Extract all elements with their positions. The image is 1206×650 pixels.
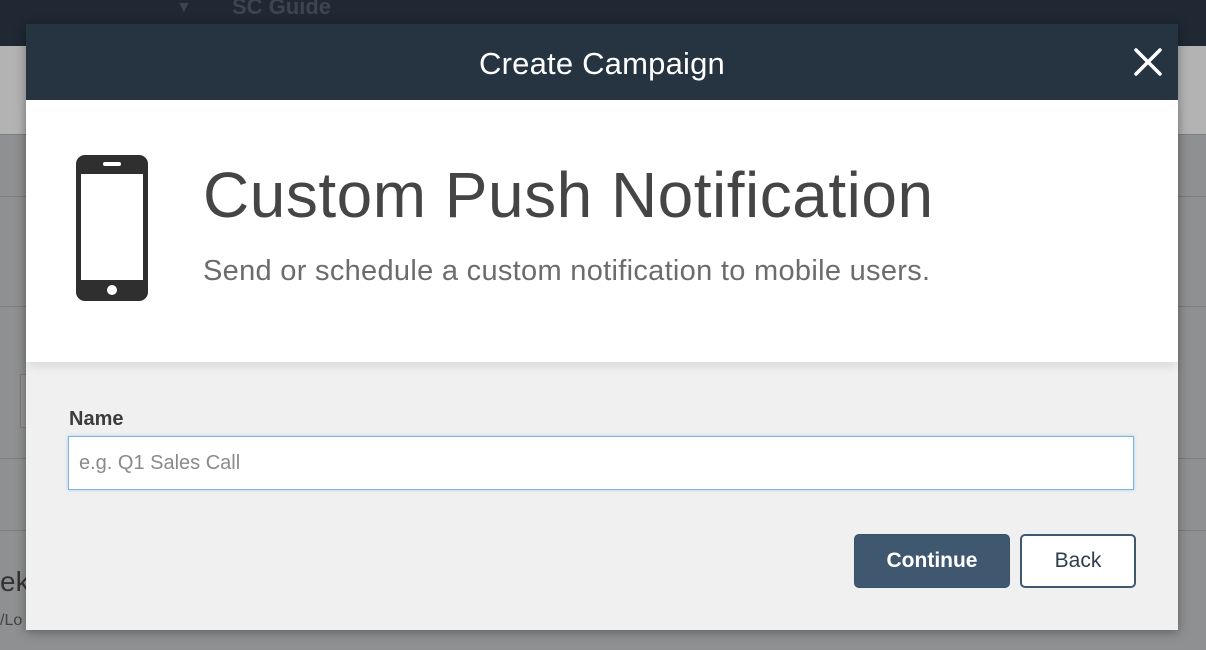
campaign-type-description: Send or schedule a custom notification t… xyxy=(203,255,931,287)
close-button[interactable] xyxy=(1128,42,1168,82)
close-icon xyxy=(1134,48,1162,76)
background-partial-text: ek xyxy=(0,566,26,597)
smartphone-icon xyxy=(76,155,148,301)
back-button[interactable]: Back xyxy=(1020,534,1136,588)
create-campaign-modal: Create Campaign Custom Push Notification… xyxy=(26,24,1178,630)
campaign-type-hero: Custom Push Notification Send or schedul… xyxy=(26,100,1178,362)
modal-header: Create Campaign xyxy=(26,24,1178,100)
continue-button[interactable]: Continue xyxy=(854,534,1010,588)
modal-title: Create Campaign xyxy=(479,46,725,81)
name-label: Name xyxy=(69,408,124,430)
background-partial-subtext: /Lo xyxy=(0,612,23,629)
campaign-name-input[interactable] xyxy=(68,436,1134,490)
campaign-type-title: Custom Push Notification xyxy=(203,159,934,231)
background-dropdown-caret-icon: ▼ xyxy=(176,0,192,16)
background-app-title: SC Guide xyxy=(232,0,332,19)
